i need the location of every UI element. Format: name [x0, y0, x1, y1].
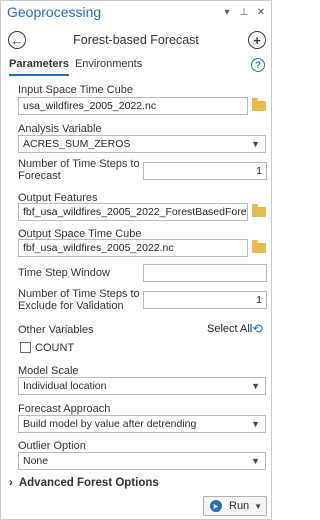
other-vars-label: Other Variables [18, 324, 94, 336]
analysis-var-value: ACRES_SUM_ZEROS [23, 138, 131, 150]
geoprocessing-pane: Geoprocessing ▾ ⊥ ✕ ← Forest-based Forec… [0, 0, 272, 520]
chevron-down-icon[interactable]: ▼ [254, 502, 262, 511]
exclude-label-line2: Exclude for Validation [18, 300, 124, 312]
folder-browse-icon[interactable] [252, 240, 266, 253]
pane-titlebar: Geoprocessing ▾ ⊥ ✕ [1, 1, 271, 23]
analysis-var-select[interactable]: ACRES_SUM_ZEROS ▼ [18, 135, 266, 153]
time-window-field[interactable] [143, 264, 267, 282]
input-cube-field[interactable]: usa_wildfires_2005_2022.nc [18, 97, 248, 115]
input-cube-label: Input Space Time Cube [18, 84, 133, 96]
outlier-select[interactable]: None ▼ [18, 452, 266, 470]
chevron-down-icon: ▼ [251, 139, 260, 149]
chevron-down-icon: ▼ [251, 456, 260, 466]
num-steps-label-line2: Forecast [18, 170, 61, 182]
tab-parameters[interactable]: Parameters [9, 58, 69, 76]
close-icon[interactable]: ✕ [254, 5, 268, 19]
forecast-approach-value: Build model by value after detrending [23, 418, 197, 430]
pin-icon[interactable]: ⊥ [237, 5, 251, 19]
select-all-button[interactable]: Select All [207, 323, 252, 335]
chevron-right-icon: › [9, 477, 13, 489]
exclude-field[interactable]: 1 [143, 291, 267, 309]
forecast-approach-select[interactable]: Build model by value after detrending ▼ [18, 415, 266, 433]
plus-icon: + [253, 32, 261, 48]
arrow-left-icon: ← [10, 32, 24, 48]
folder-browse-icon[interactable] [252, 98, 266, 111]
num-steps-field[interactable]: 1 [143, 162, 267, 180]
model-scale-select[interactable]: Individual location ▼ [18, 377, 266, 395]
outlier-value: None [23, 455, 49, 467]
refresh-icon[interactable]: ⟲ [252, 321, 263, 337]
play-icon: ▶ [210, 500, 222, 512]
run-button[interactable]: ▶ Run ▼ [203, 496, 267, 516]
back-button[interactable]: ← [8, 31, 26, 49]
advanced-forest-options-toggle[interactable]: › Advanced Forest Options [9, 477, 159, 489]
model-scale-value: Individual location [23, 380, 107, 392]
count-checkbox[interactable] [20, 342, 31, 353]
folder-browse-icon[interactable] [252, 204, 266, 217]
add-button[interactable]: + [248, 31, 266, 49]
tool-header: ← Forest-based Forecast + [1, 28, 271, 52]
advanced-forest-options-label: Advanced Forest Options [18, 477, 159, 489]
output-features-field[interactable]: fbf_usa_wildfires_2005_2022_ForestBasedF… [18, 203, 248, 221]
chevron-down-icon: ▼ [251, 381, 260, 391]
tool-title: Forest-based Forecast [73, 33, 199, 47]
output-cube-field[interactable]: fbf_usa_wildfires_2005_2022.nc [18, 239, 248, 257]
tab-environments[interactable]: Environments [75, 58, 142, 76]
run-label: Run [229, 500, 250, 512]
tab-bar: Parameters Environments [9, 58, 142, 76]
time-window-label: Time Step Window [18, 267, 110, 279]
pane-title: Geoprocessing [7, 4, 102, 20]
count-label: COUNT [35, 342, 75, 354]
help-icon[interactable]: ? [251, 58, 265, 72]
chevron-down-icon: ▼ [251, 419, 260, 429]
options-dropdown-icon[interactable]: ▾ [220, 5, 234, 19]
